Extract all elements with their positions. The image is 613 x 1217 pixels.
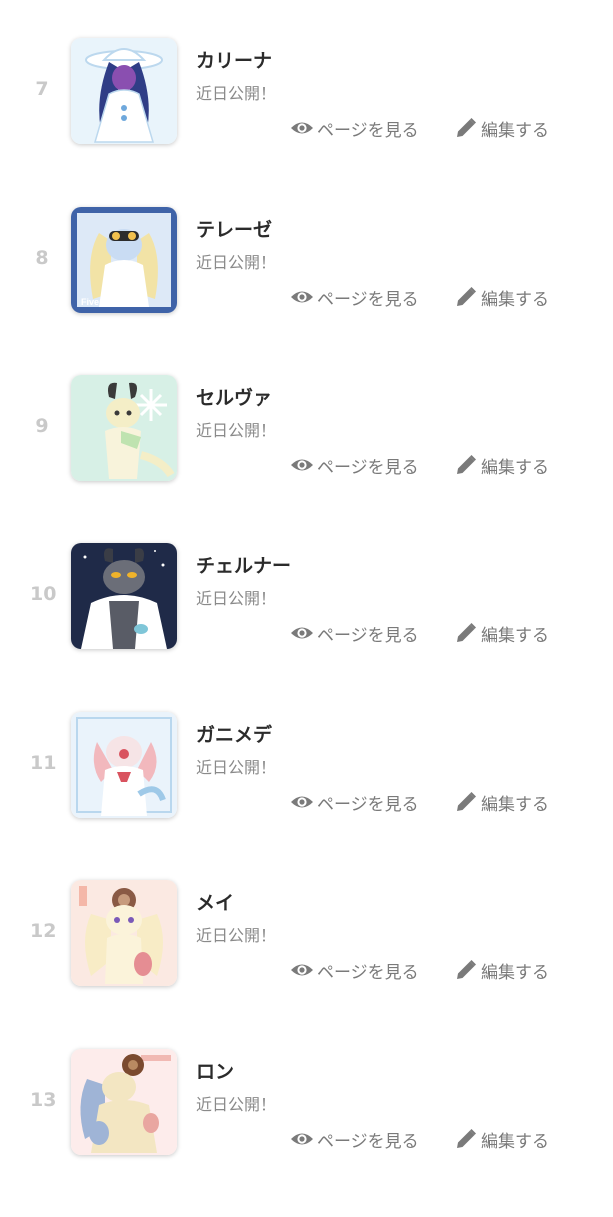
character-thumbnail[interactable] (71, 375, 177, 481)
character-row: 11 ガニメデ 近日公開！ ページを見る 編集する (0, 712, 613, 880)
edit-button[interactable]: 編集する (454, 453, 549, 478)
status-text: 近日公開！ (196, 589, 277, 608)
edit-label: 編集する (481, 625, 549, 646)
view-page-label: ページを見る (317, 625, 419, 646)
eye-icon (290, 453, 314, 477)
view-page-label: ページを見る (317, 962, 419, 983)
view-page-button[interactable]: ページを見る (290, 285, 419, 310)
character-name: ロン (196, 1061, 235, 1083)
svg-text:Five seconds: Five seconds (81, 297, 138, 307)
rank-number: 8 (35, 247, 49, 269)
rank-number: 9 (35, 415, 49, 437)
character-name: テレーゼ (196, 219, 273, 241)
rank-number: 11 (30, 752, 57, 774)
edit-button[interactable]: 編集する (454, 790, 549, 815)
view-page-label: ページを見る (317, 794, 419, 815)
status-text: 近日公開！ (196, 421, 277, 440)
eye-icon (290, 116, 314, 140)
edit-label: 編集する (481, 120, 549, 141)
edit-label: 編集する (481, 289, 549, 310)
view-page-button[interactable]: ページを見る (290, 790, 419, 815)
edit-button[interactable]: 編集する (454, 621, 549, 646)
pencil-icon (454, 453, 478, 477)
rank-number: 10 (30, 583, 57, 605)
pencil-icon (454, 285, 478, 309)
edit-button[interactable]: 編集する (454, 1127, 549, 1152)
character-row: 13 ロン 近日公開！ ページを見る 編集する (0, 1049, 613, 1217)
view-page-label: ページを見る (317, 1131, 419, 1152)
view-page-label: ページを見る (317, 120, 419, 141)
view-page-button[interactable]: ページを見る (290, 453, 419, 478)
pencil-icon (454, 1127, 478, 1151)
character-row: 8 Five seconds テレーゼ 近日公開！ ページを見る 編集する (0, 207, 613, 375)
rank-number: 13 (30, 1089, 57, 1111)
edit-button[interactable]: 編集する (454, 116, 549, 141)
edit-label: 編集する (481, 457, 549, 478)
pencil-icon (454, 790, 478, 814)
view-page-label: ページを見る (317, 289, 419, 310)
character-list: 7 カリーナ 近日公開！ ページを見る 編集する 8 Five seconds … (0, 0, 613, 1200)
edit-label: 編集する (481, 794, 549, 815)
eye-icon (290, 790, 314, 814)
character-thumbnail[interactable] (71, 880, 177, 986)
eye-icon (290, 285, 314, 309)
pencil-icon (454, 116, 478, 140)
character-name: チェルナー (196, 555, 292, 577)
view-page-button[interactable]: ページを見る (290, 1127, 419, 1152)
edit-button[interactable]: 編集する (454, 285, 549, 310)
edit-button[interactable]: 編集する (454, 958, 549, 983)
status-text: 近日公開！ (196, 758, 277, 777)
character-row: 10 チェルナー 近日公開！ ページを見る 編集する (0, 543, 613, 711)
character-thumbnail[interactable] (71, 712, 177, 818)
view-page-button[interactable]: ページを見る (290, 116, 419, 141)
character-name: セルヴァ (196, 387, 273, 409)
edit-label: 編集する (481, 962, 549, 983)
character-name: メイ (196, 892, 235, 914)
status-text: 近日公開！ (196, 84, 277, 103)
rank-number: 12 (30, 920, 57, 942)
pencil-icon (454, 621, 478, 645)
eye-icon (290, 621, 314, 645)
pencil-icon (454, 958, 478, 982)
character-row: 12 メイ 近日公開！ ページを見る 編集する (0, 880, 613, 1048)
view-page-button[interactable]: ページを見る (290, 621, 419, 646)
character-name: ガニメデ (196, 724, 273, 746)
character-row: 7 カリーナ 近日公開！ ページを見る 編集する (0, 38, 613, 206)
character-thumbnail[interactable] (71, 543, 177, 649)
rank-number: 7 (35, 78, 49, 100)
character-thumbnail[interactable] (71, 1049, 177, 1155)
status-text: 近日公開！ (196, 1095, 277, 1114)
character-row: 9 セルヴァ 近日公開！ ページを見る 編集する (0, 375, 613, 543)
status-text: 近日公開！ (196, 253, 277, 272)
character-thumbnail[interactable] (71, 38, 177, 144)
character-name: カリーナ (196, 50, 273, 72)
edit-label: 編集する (481, 1131, 549, 1152)
character-thumbnail[interactable]: Five seconds (71, 207, 177, 313)
status-text: 近日公開！ (196, 926, 277, 945)
view-page-label: ページを見る (317, 457, 419, 478)
eye-icon (290, 958, 314, 982)
view-page-button[interactable]: ページを見る (290, 958, 419, 983)
eye-icon (290, 1127, 314, 1151)
